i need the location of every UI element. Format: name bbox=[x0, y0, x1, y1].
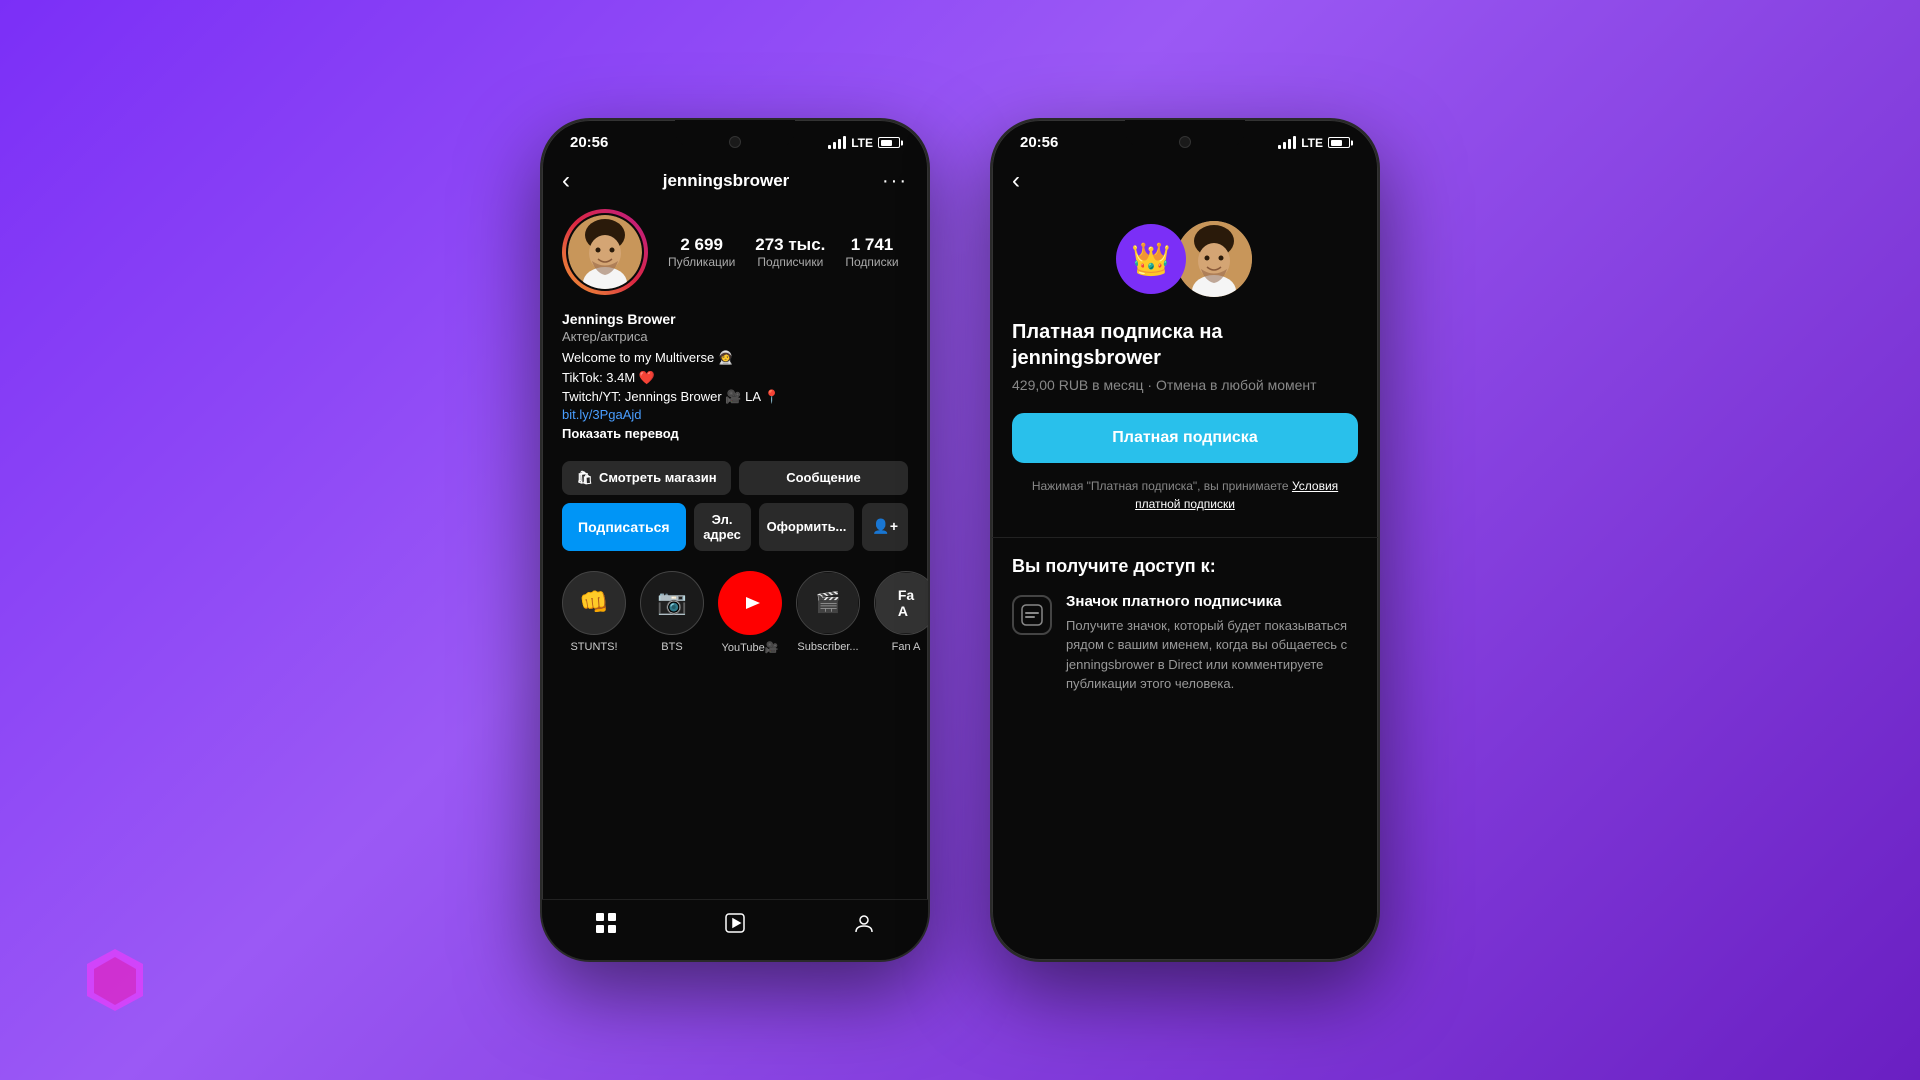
highlight-label-fana: Fan A bbox=[892, 641, 921, 653]
bts-icon: 📷 bbox=[657, 588, 687, 617]
highlight-fana[interactable]: FaA Fan A bbox=[874, 571, 928, 654]
sub-price: 429,00 RUB в месяц · Отмена в любой моме… bbox=[992, 377, 1378, 413]
battery-icon-1 bbox=[878, 137, 900, 148]
stat-following-label: Подписки bbox=[845, 255, 898, 269]
sub-avatars: 👑 bbox=[992, 209, 1378, 319]
action-buttons: 🛍 Смотреть магазин Сообщение bbox=[542, 453, 928, 503]
signal-icon bbox=[828, 136, 846, 149]
stat-posts[interactable]: 2 699 Публикации bbox=[668, 235, 735, 269]
bio-line1: Welcome to my Multiverse 🧑‍🚀 bbox=[562, 348, 908, 368]
bio-section: Jennings Brower Актер/актриса Welcome to… bbox=[542, 311, 928, 453]
highlight-subscriber[interactable]: 🎬 Subscriber... bbox=[796, 571, 860, 654]
back-button-2[interactable]: ‹ bbox=[1012, 167, 1020, 195]
email-button[interactable]: Эл. адрес bbox=[694, 503, 751, 551]
add-friend-button[interactable]: 👤+ bbox=[862, 503, 908, 551]
time-2: 20:56 bbox=[1020, 134, 1058, 151]
highlight-stunts[interactable]: 👊 STUNTS! bbox=[562, 571, 626, 654]
badge-icon bbox=[1012, 595, 1052, 635]
highlight-label-stunts: STUNTS! bbox=[570, 641, 617, 653]
bio-name: Jennings Brower bbox=[562, 311, 908, 327]
sub-buttons-row: Подписаться Эл. адрес Оформить... 👤+ bbox=[542, 503, 928, 563]
nav-reels-icon[interactable] bbox=[724, 912, 746, 940]
highlight-label-bts: BTS bbox=[661, 641, 682, 653]
highlight-youtube[interactable]: YouTube🎥 bbox=[718, 571, 782, 654]
avatar-ring bbox=[562, 209, 648, 295]
feature-desc: Получите значок, который будет показыват… bbox=[1066, 616, 1358, 694]
stat-following[interactable]: 1 741 Подписки bbox=[845, 235, 898, 269]
app-logo bbox=[80, 945, 150, 1015]
feature-content: Значок платного подписчика Получите знач… bbox=[1066, 593, 1358, 694]
add-friend-icon: 👤+ bbox=[872, 518, 898, 534]
highlight-bts[interactable]: 📷 BTS bbox=[640, 571, 704, 654]
highlight-ring-youtube bbox=[718, 571, 782, 635]
status-right-2: LTE bbox=[1278, 136, 1350, 150]
highlight-ring-subscriber: 🎬 bbox=[796, 571, 860, 635]
highlight-ring-stunts: 👊 bbox=[562, 571, 626, 635]
stat-followers-num: 273 тыс. bbox=[755, 235, 825, 255]
stat-followers-label: Подписчики bbox=[757, 255, 823, 269]
bio-role: Актер/актриса bbox=[562, 329, 908, 344]
avatar-image-2 bbox=[1176, 221, 1252, 297]
youtube-icon bbox=[732, 590, 768, 616]
bottom-nav-1 bbox=[542, 899, 928, 960]
time-1: 20:56 bbox=[570, 134, 608, 151]
fana-text: FaA bbox=[876, 573, 928, 633]
avatar-container[interactable] bbox=[562, 209, 648, 295]
nav-profile-icon[interactable] bbox=[853, 912, 875, 940]
stat-posts-num: 2 699 bbox=[680, 235, 723, 255]
profile-info-row: 2 699 Публикации 273 тыс. Подписчики 1 7… bbox=[542, 209, 928, 311]
stat-following-num: 1 741 bbox=[851, 235, 894, 255]
feature-title: Значок платного подписчика bbox=[1066, 593, 1358, 610]
sub-terms: Нажимая "Платная подписка", вы принимает… bbox=[992, 477, 1378, 537]
signal-label-2: LTE bbox=[1301, 136, 1323, 150]
stat-posts-label: Публикации bbox=[668, 255, 735, 269]
phone-2: 20:56 LTE ‹ 👑 bbox=[990, 118, 1380, 962]
sub-header: ‹ bbox=[992, 157, 1378, 209]
divider bbox=[992, 537, 1378, 538]
subscriber-thumb: 🎬 bbox=[798, 573, 858, 633]
sub-title: Платная подписка на jenningsbrower bbox=[992, 319, 1378, 377]
subscribe-button[interactable]: Подписаться bbox=[562, 503, 686, 551]
back-button-1[interactable]: ‹ bbox=[562, 167, 570, 195]
phone-1: 20:56 LTE ‹ jenningsbrower ··· bbox=[540, 118, 930, 962]
highlights-row: 👊 STUNTS! 📷 BTS YouTube🎥 bbox=[542, 563, 928, 662]
avatar-image bbox=[568, 215, 642, 289]
status-right-1: LTE bbox=[828, 136, 900, 150]
bio-link[interactable]: bit.ly/3PgaAjd bbox=[562, 407, 908, 422]
highlight-ring-bts: 📷 bbox=[640, 571, 704, 635]
nav-grid-icon[interactable] bbox=[595, 912, 617, 940]
message-button[interactable]: Сообщение bbox=[739, 461, 908, 495]
subscriber-icon: 🎬 bbox=[816, 590, 841, 615]
crown-icon: 👑 bbox=[1131, 240, 1171, 278]
signal-icon-2 bbox=[1278, 136, 1296, 149]
sub-terms-text: Нажимая "Платная подписка", вы принимает… bbox=[1032, 479, 1289, 493]
stats-row: 2 699 Публикации 273 тыс. Подписчики 1 7… bbox=[668, 235, 899, 269]
user-avatar-small bbox=[1174, 219, 1254, 299]
shop-button[interactable]: 🛍 Смотреть магазин bbox=[562, 461, 731, 495]
highlight-ring-fana: FaA bbox=[874, 571, 928, 635]
highlight-label-subscriber: Subscriber... bbox=[797, 641, 858, 653]
subscribe-paid-button[interactable]: Платная подписка bbox=[1012, 413, 1358, 463]
sub-feature: Значок платного подписчика Получите знач… bbox=[992, 593, 1378, 694]
battery-icon-2 bbox=[1328, 137, 1350, 148]
shop-icon: 🛍 bbox=[576, 470, 593, 486]
highlight-label-youtube: YouTube🎥 bbox=[722, 641, 779, 654]
access-title: Вы получите доступ к: bbox=[992, 556, 1378, 593]
stat-followers[interactable]: 273 тыс. Подписчики bbox=[755, 235, 825, 269]
profile-username: jenningsbrower bbox=[663, 171, 790, 191]
signal-label-1: LTE bbox=[851, 136, 873, 150]
stunts-icon: 👊 bbox=[579, 588, 609, 617]
crown-avatar: 👑 bbox=[1116, 224, 1186, 294]
bio-translate[interactable]: Показать перевод bbox=[562, 426, 908, 441]
avatar-inner bbox=[566, 213, 644, 291]
bio-line2: TikTok: 3.4M ❤️ bbox=[562, 368, 908, 388]
profile-header: ‹ jenningsbrower ··· bbox=[542, 157, 928, 209]
order-button[interactable]: Оформить... bbox=[759, 503, 855, 551]
bio-line3: Twitch/YT: Jennings Brower 🎥 LA 📍 bbox=[562, 387, 908, 407]
more-options-button[interactable]: ··· bbox=[882, 170, 908, 193]
